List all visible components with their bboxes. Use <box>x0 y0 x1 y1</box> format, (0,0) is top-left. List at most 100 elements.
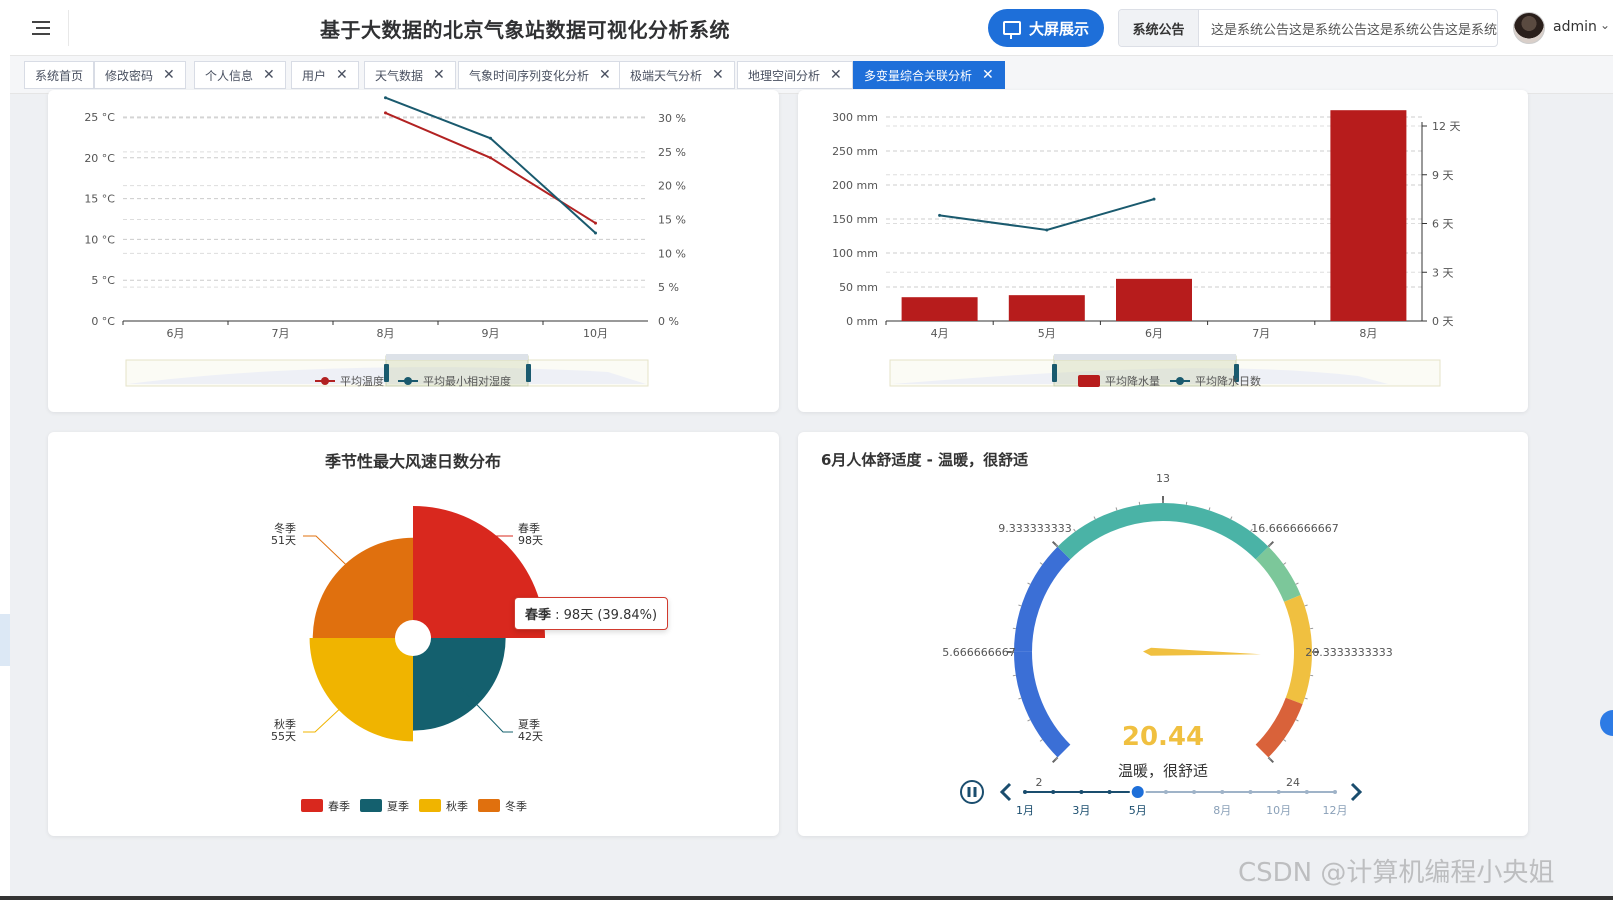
y-left-tick-label: 10 °C <box>84 233 115 246</box>
x-tick-label: 10月 <box>583 327 608 340</box>
legend-swatch-3 <box>419 799 441 812</box>
y-left-tick-label: 300 mm <box>832 111 878 124</box>
gauge-minor-tick <box>1027 719 1031 722</box>
legend-label-3: 秋季 <box>446 799 468 813</box>
timeline-dot <box>1248 790 1253 794</box>
zoom-bar <box>386 354 528 360</box>
avatar[interactable] <box>1513 12 1545 44</box>
zoom-handle-right <box>526 364 531 382</box>
gauge-minor-tick <box>1283 739 1287 742</box>
x-tick-label: 8月 <box>377 327 395 340</box>
timeline-handle <box>1129 784 1146 800</box>
zoom-handle-left <box>1052 364 1057 382</box>
user-name[interactable]: admin <box>1553 19 1597 35</box>
rain-days-line <box>939 198 1155 232</box>
pause-icon-bar <box>967 787 971 797</box>
slice-value-label: 55天 <box>271 730 296 743</box>
gauge-tick-label: 9.333333333 <box>998 522 1071 535</box>
x-tick-label: 4月 <box>931 327 949 340</box>
gauge-pointer <box>1143 647 1261 656</box>
slice-label: 冬季 <box>274 521 296 535</box>
gauge-minor-tick <box>1304 604 1308 607</box>
content-area: 0 °C 5 °C 10 °C 15 °C 20 °C 25 °C 0 % 5 % 10 % 15… <box>28 90 1613 900</box>
x-tick-label: 9月 <box>482 327 500 340</box>
legend-swatch-1 <box>301 799 323 812</box>
tab-1[interactable]: 系统首页 <box>24 61 95 89</box>
tab-5[interactable]: 天气数据 ✕ <box>364 61 456 89</box>
divider <box>68 10 69 46</box>
tab-6[interactable]: 气象时间序列变化分析 ✕ <box>458 61 622 89</box>
timeline-dot <box>1192 790 1197 794</box>
menu-toggle-icon[interactable] <box>30 17 52 39</box>
x-tick-label: 7月 <box>272 327 290 340</box>
close-icon[interactable]: ✕ <box>599 68 611 82</box>
legend-marker-2 <box>1176 377 1184 385</box>
tab-2[interactable]: 修改密码 ✕ <box>94 61 186 89</box>
tab-label: 天气数据 <box>375 68 424 83</box>
y-right-tick-label: 12 天 <box>1432 120 1461 133</box>
legend-swatch-4 <box>478 799 500 812</box>
precipitation-chart-card: 0 mm 50 mm 100 mm 150 mm 200 mm 250 mm 300 mm 0… <box>798 90 1528 412</box>
gauge-band-5 <box>1283 594 1312 705</box>
tab-8[interactable]: 地理空间分析 ✕ <box>737 61 853 89</box>
gauge-minor-tick <box>1295 719 1299 722</box>
data-point <box>384 111 387 115</box>
data-point <box>489 156 492 160</box>
big-screen-label: 大屏展示 <box>1028 19 1089 38</box>
precip-bar <box>1330 110 1407 321</box>
tab-7[interactable]: 极端天气分析 ✕ <box>619 61 735 89</box>
data-point <box>1045 228 1049 232</box>
wind-season-chart-card: 季节性最大风速日数分布 春季 98天 夏季 42天 秋季 55天 冬季 51天 春季 夏季 秋季 冬季 … <box>48 432 779 836</box>
tab-9[interactable]: 多变量综合关联分析 ✕ <box>853 61 1005 89</box>
tab-4[interactable]: 用户 ✕ <box>291 61 359 89</box>
close-icon[interactable]: ✕ <box>433 68 445 82</box>
timeline-dot <box>1107 790 1112 794</box>
timeline-label: 5月 <box>1129 804 1147 817</box>
close-icon[interactable]: ✕ <box>982 68 994 82</box>
gauge-minor-tick <box>1230 516 1233 520</box>
y-right-tick-label: 9 天 <box>1432 169 1454 182</box>
gauge-minor-tick <box>1208 507 1211 511</box>
notice-box: 系统公告 这是系统公告这是系统公告这是系统公告这是系统 <box>1118 9 1498 47</box>
gauge-value: 20.44 <box>1121 722 1205 752</box>
gauge-minor-tick <box>1295 582 1299 585</box>
tab-label: 用户 <box>302 68 327 83</box>
top-bar: 基于大数据的北京气象站数据可视化分析系统 大屏展示 系统公告 这是系统公告这是系… <box>10 0 1613 56</box>
gauge-band-1 <box>1013 651 1071 758</box>
y-left-tick-label: 250 mm <box>832 145 878 158</box>
close-icon[interactable]: ✕ <box>336 68 348 82</box>
big-screen-button[interactable]: 大屏展示 <box>988 9 1104 47</box>
gauge-minor-tick <box>1115 507 1118 511</box>
tab-label: 系统首页 <box>35 68 84 83</box>
tab-label: 气象时间序列变化分析 <box>469 68 590 83</box>
legend-swatch-1 <box>1078 375 1100 387</box>
gauge-tick-label: 13 <box>1156 472 1170 485</box>
tooltip-text: : 98天 (39.84%) <box>551 608 658 623</box>
legend-label-1: 春季 <box>328 800 350 813</box>
y-left-tick-label: 25 °C <box>84 111 115 124</box>
gauge-minor-tick <box>1018 604 1022 607</box>
left-edge <box>0 0 10 900</box>
y-right-tick-label: 15 % <box>658 214 686 227</box>
close-icon[interactable]: ✕ <box>830 68 842 82</box>
close-icon[interactable]: ✕ <box>163 68 175 82</box>
x-tick-label: 6月 <box>167 327 185 340</box>
chevron-down-icon[interactable]: ⌄ <box>1600 18 1610 32</box>
y-left-tick-label: 0 mm <box>846 315 878 328</box>
gauge-minor-tick <box>1073 528 1076 532</box>
legend-marker-1 <box>321 377 329 385</box>
legend-label-1: 平均降水量 <box>1105 374 1160 388</box>
gauge-band-4 <box>1255 546 1301 603</box>
tab-3[interactable]: 个人信息 ✕ <box>194 61 286 89</box>
x-tick-label: 5月 <box>1038 327 1056 340</box>
prev-icon <box>999 782 1012 802</box>
legend-label-2: 平均最小相对湿度 <box>423 374 511 388</box>
x-tick-label: 8月 <box>1359 327 1377 340</box>
pause-button <box>960 780 984 804</box>
slice-value-label: 51天 <box>271 534 296 547</box>
gauge-minor-tick <box>1039 739 1043 742</box>
close-icon[interactable]: ✕ <box>263 68 275 82</box>
close-icon[interactable]: ✕ <box>712 68 724 82</box>
left-edge-marker <box>0 614 10 666</box>
tab-label: 极端天气分析 <box>630 68 703 83</box>
